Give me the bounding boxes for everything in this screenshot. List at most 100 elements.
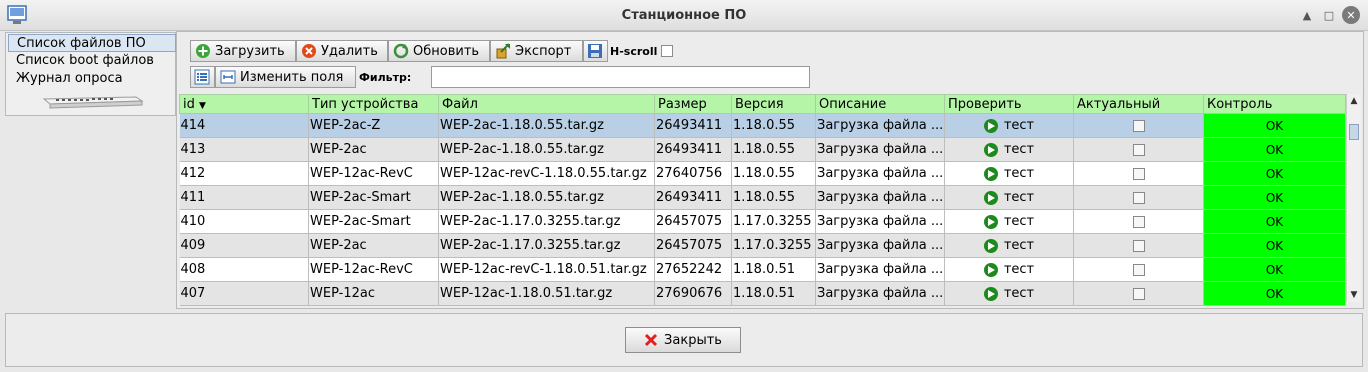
sort-desc-icon: ▼ xyxy=(199,100,206,111)
cell-control: OK xyxy=(1203,137,1346,162)
cell-actual[interactable] xyxy=(1073,209,1204,234)
actual-checkbox[interactable] xyxy=(1132,215,1145,228)
cell-actual[interactable] xyxy=(1073,257,1204,282)
col-header-type[interactable]: Тип устройства xyxy=(308,94,439,114)
col-header-version[interactable]: Версия xyxy=(731,94,816,114)
play-icon[interactable] xyxy=(983,214,998,229)
cell-version: 1.18.0.55 xyxy=(731,137,816,162)
col-header-check[interactable]: Проверить xyxy=(944,94,1074,114)
cell-actual[interactable] xyxy=(1073,161,1204,186)
cell-file: WEP-2ac-1.18.0.55.tar.gz xyxy=(438,185,655,210)
hscroll-checkbox[interactable] xyxy=(661,45,674,57)
cell-check[interactable]: тест xyxy=(944,257,1074,282)
columns-button[interactable] xyxy=(190,66,215,88)
tab-poll-log[interactable]: Журнал опроса xyxy=(8,70,176,88)
cell-actual[interactable] xyxy=(1073,281,1204,306)
cell-check[interactable]: тест xyxy=(944,137,1074,162)
play-icon[interactable] xyxy=(983,142,998,157)
cell-actual[interactable] xyxy=(1073,113,1204,138)
col-header-size[interactable]: Размер xyxy=(654,94,732,114)
play-icon[interactable] xyxy=(983,190,998,205)
sidebar-tabs: Список файлов ПО Список boot файлов Журн… xyxy=(5,32,176,116)
actual-checkbox[interactable] xyxy=(1132,143,1145,156)
cell-file: WEP-2ac-1.18.0.55.tar.gz xyxy=(438,137,655,162)
col-header-id[interactable]: id ▼ xyxy=(179,94,309,114)
cell-description: Загрузка файла ... xyxy=(815,113,945,138)
scroll-down-icon[interactable]: ▼ xyxy=(1347,288,1361,302)
device-image xyxy=(42,96,144,109)
list-icon xyxy=(194,69,210,85)
table-row[interactable]: 407 WEP-12ac WEP-12ac-1.18.0.51.tar.gz 2… xyxy=(179,281,1346,306)
actual-checkbox[interactable] xyxy=(1132,239,1145,252)
cell-actual[interactable] xyxy=(1073,185,1204,210)
table-row[interactable]: 410 WEP-2ac-Smart WEP-2ac-1.17.0.3255.ta… xyxy=(179,209,1346,234)
save-button[interactable] xyxy=(583,40,608,62)
table-row[interactable]: 414 WEP-2ac-Z WEP-2ac-1.18.0.55.tar.gz 2… xyxy=(179,113,1346,138)
hscroll-toggle[interactable]: H-scroll xyxy=(610,40,674,62)
play-icon[interactable] xyxy=(983,118,998,133)
table-row[interactable]: 413 WEP-2ac WEP-2ac-1.18.0.55.tar.gz 264… xyxy=(179,137,1346,162)
minimize-icon[interactable]: ▲ xyxy=(1298,6,1316,24)
scroll-up-icon[interactable]: ▲ xyxy=(1347,94,1361,108)
cell-check[interactable]: тест xyxy=(944,113,1074,138)
table-row[interactable]: 409 WEP-2ac WEP-2ac-1.17.0.3255.tar.gz 2… xyxy=(179,233,1346,258)
cell-check[interactable]: тест xyxy=(944,209,1074,234)
cell-control: OK xyxy=(1203,233,1346,258)
close-button[interactable]: Закрыть xyxy=(625,327,741,353)
actual-checkbox[interactable] xyxy=(1132,167,1145,180)
delete-label: Удалить xyxy=(321,43,378,59)
maximize-icon[interactable]: □ xyxy=(1320,6,1338,24)
window-title: Станционное ПО xyxy=(621,8,747,23)
col-header-description[interactable]: Описание xyxy=(815,94,945,114)
filter-input[interactable] xyxy=(431,66,810,88)
delete-button[interactable]: Удалить xyxy=(296,40,388,62)
actual-checkbox[interactable] xyxy=(1132,263,1145,276)
table-row[interactable]: 412 WEP-12ac-RevC WEP-12ac-revC-1.18.0.5… xyxy=(179,161,1346,186)
cell-check[interactable]: тест xyxy=(944,161,1074,186)
edit-fields-button[interactable]: Изменить поля xyxy=(215,66,356,88)
cell-control: OK xyxy=(1203,113,1346,138)
vertical-scrollbar[interactable]: ▲ ▼ xyxy=(1346,94,1361,302)
actual-checkbox[interactable] xyxy=(1132,119,1145,132)
col-header-actual[interactable]: Актуальный xyxy=(1073,94,1204,114)
actual-checkbox[interactable] xyxy=(1132,191,1145,204)
close-label: Закрыть xyxy=(664,332,722,348)
play-icon[interactable] xyxy=(983,238,998,253)
cell-description: Загрузка файла ... xyxy=(815,185,945,210)
export-button[interactable]: Экспорт xyxy=(490,40,583,62)
cell-check[interactable]: тест xyxy=(944,185,1074,210)
cell-version: 1.17.0.3255 xyxy=(731,209,816,234)
cell-version: 1.18.0.55 xyxy=(731,185,816,210)
cell-type: WEP-12ac xyxy=(308,281,439,306)
cell-actual[interactable] xyxy=(1073,233,1204,258)
table-row[interactable]: 408 WEP-12ac-RevC WEP-12ac-revC-1.18.0.5… xyxy=(179,257,1346,282)
tab-boot-files[interactable]: Список boot файлов xyxy=(8,52,176,70)
test-label: тест xyxy=(1003,262,1035,277)
tab-sw-files[interactable]: Список файлов ПО xyxy=(8,34,176,52)
upload-button[interactable]: Загрузить xyxy=(190,40,296,62)
test-label: тест xyxy=(1003,214,1035,229)
table-row[interactable]: 411 WEP-2ac-Smart WEP-2ac-1.18.0.55.tar.… xyxy=(179,185,1346,210)
col-header-file[interactable]: Файл xyxy=(438,94,655,114)
cell-check[interactable]: тест xyxy=(944,233,1074,258)
play-icon[interactable] xyxy=(983,262,998,277)
refresh-label: Обновить xyxy=(413,43,480,59)
tab-label: Журнал опроса xyxy=(16,71,123,86)
cell-control: OK xyxy=(1203,161,1346,186)
refresh-button[interactable]: Обновить xyxy=(388,40,490,62)
cell-type: WEP-2ac xyxy=(308,137,439,162)
scroll-thumb[interactable] xyxy=(1349,124,1359,140)
play-icon[interactable] xyxy=(983,166,998,181)
play-icon[interactable] xyxy=(983,286,998,301)
cell-size: 26493411 xyxy=(654,185,732,210)
cell-control: OK xyxy=(1203,209,1346,234)
cell-version: 1.18.0.51 xyxy=(731,257,816,282)
cell-id: 412 xyxy=(179,161,309,186)
cell-check[interactable]: тест xyxy=(944,281,1074,306)
cell-file: WEP-12ac-revC-1.18.0.55.tar.gz xyxy=(438,161,655,186)
export-label: Экспорт xyxy=(515,43,572,59)
close-icon[interactable]: ✕ xyxy=(1342,6,1360,24)
actual-checkbox[interactable] xyxy=(1132,287,1145,300)
col-header-control[interactable]: Контроль xyxy=(1203,94,1346,114)
cell-actual[interactable] xyxy=(1073,137,1204,162)
